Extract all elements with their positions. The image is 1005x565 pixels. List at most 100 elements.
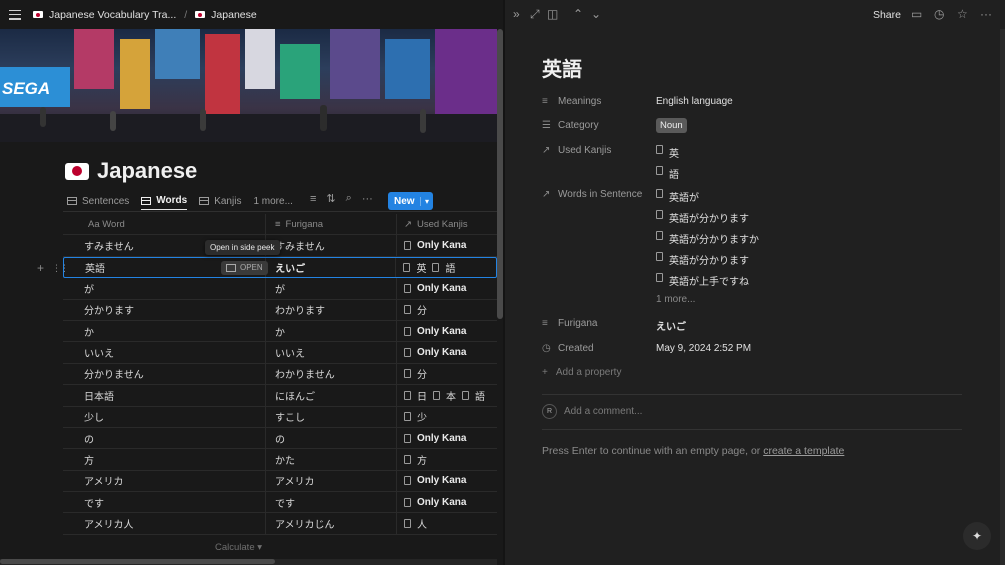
search-icon[interactable]: ⌕ [346,192,352,205]
property-value[interactable]: えいご [656,318,686,333]
used-kanjis-cell[interactable]: 少 [397,407,497,427]
relation-item[interactable]: 英語が分かります [656,210,759,231]
menu-icon[interactable] [9,9,21,20]
calculate-button[interactable]: Calculate ▾ [215,542,262,553]
column-header-used-kanjis[interactable]: ↗ Used Kanjis [397,214,497,234]
furigana-cell[interactable]: すこし [266,406,397,427]
property-name[interactable]: ≡ Meanings [542,96,656,107]
table-row[interactable]: です です Only Kana [63,492,497,514]
relation-chip[interactable]: 本 [433,388,456,403]
relation-chip[interactable]: 語 [432,260,455,275]
property-value[interactable]: English language [656,96,733,107]
previous-icon[interactable]: ⌃ [573,7,583,21]
used-kanjis-cell[interactable]: 人 [397,513,497,533]
filter-icon[interactable]: ≡ [310,193,316,205]
relation-chip[interactable]: 英 [403,260,426,275]
word-cell[interactable]: 方 [63,449,266,470]
word-cell[interactable]: か [63,320,266,342]
table-row[interactable]: 日本語 にほんご日本語 [63,385,497,407]
table-row[interactable]: かか Only Kana [63,320,497,343]
column-header-word[interactable]: Aa Word [63,214,266,235]
table-row[interactable]: アメリカ アメリカ Only Kana [63,470,497,493]
table-row[interactable]: 少し すこし 少 [63,406,497,428]
used-kanjis-cell[interactable]: Only Kana [397,492,497,512]
show-more-link[interactable]: 1 more... [656,294,759,315]
horizontal-scrollbar-thumb[interactable] [0,559,275,564]
relation-item[interactable]: 英語が [656,189,759,210]
add-property-button[interactable]: + Add a property [542,367,621,378]
word-cell[interactable]: アメリカ人 [63,513,266,534]
relation-chip[interactable]: 日 [404,388,427,403]
column-header-furigana[interactable]: ≡ Furigana [266,214,397,235]
used-kanjis-cell[interactable]: Only Kana [397,321,497,341]
relation-item[interactable]: 英語が分かりますか [656,231,759,252]
relation-chip[interactable]: 人 [404,516,427,531]
relation-item[interactable]: 英語が上手ですね [656,273,759,294]
create-template-link[interactable]: create a template [763,445,844,457]
relation-chip[interactable]: Only Kana [404,283,466,294]
word-cell[interactable]: の [63,427,266,449]
add-row-icon[interactable]: + [37,261,44,275]
furigana-cell[interactable]: わかります [266,299,397,320]
relation-chip[interactable]: Only Kana [404,433,466,444]
property-name[interactable]: ◷ Created [542,343,656,354]
close-peek-icon[interactable]: » [513,7,520,21]
furigana-cell[interactable]: の [266,427,397,449]
furigana-cell[interactable]: すみません [266,235,397,256]
share-button[interactable]: Share [873,9,901,21]
relation-chip[interactable]: Only Kana [404,326,466,337]
word-cell[interactable]: 日本語 [63,385,266,406]
used-kanjis-cell[interactable]: Only Kana [397,342,497,362]
property-value[interactable]: Noun [656,118,687,133]
property-name[interactable]: ↗ Words in Sentence [542,189,656,315]
word-cell[interactable]: アメリカ [63,470,266,492]
property-name[interactable]: ≡ Furigana [542,318,656,333]
ai-sparkle-button[interactable]: ✦ [963,522,991,550]
star-icon[interactable]: ☆ [957,7,968,21]
word-cell[interactable]: です [63,492,266,513]
history-icon[interactable]: ◷ [934,7,944,21]
table-row[interactable]: いいえ いいえ Only Kana [63,342,497,364]
sort-icon[interactable]: ⇅ [326,192,335,205]
relation-chip[interactable]: Only Kana [404,240,466,251]
furigana-cell[interactable]: か [266,320,397,342]
breadcrumb-item-page[interactable]: Japanese [211,9,257,21]
next-icon[interactable]: ⌄ [591,7,601,21]
relation-chip[interactable]: 少 [404,409,427,424]
furigana-cell[interactable]: わかりません [266,363,397,385]
used-kanjis-cell[interactable]: Only Kana [397,278,497,298]
table-row[interactable]: 方かた方 [63,449,497,471]
relation-chip[interactable]: 語 [462,388,485,403]
furigana-cell[interactable]: えいご [266,257,397,278]
furigana-cell[interactable]: にほんご [266,385,397,406]
open-in-peek-button[interactable]: OPEN [221,260,268,275]
property-name[interactable]: ↗ Used Kanjis [542,145,656,187]
word-cell[interactable]: いいえ [63,342,266,363]
chevron-down-icon[interactable]: ▾ [420,196,433,206]
furigana-cell[interactable]: アメリカ [266,470,397,492]
used-kanjis-cell[interactable]: Only Kana [397,428,497,448]
comment-input[interactable]: R Add a comment... [542,404,642,419]
relation-chip[interactable]: 分 [404,302,427,317]
relation-item[interactable]: 英 [656,145,679,166]
relation-chip[interactable]: Only Kana [404,475,466,486]
used-kanjis-cell[interactable]: Only Kana [397,471,497,491]
more-icon[interactable]: ··· [980,7,992,21]
tab-words[interactable]: Words [141,192,188,210]
furigana-cell[interactable]: かた [266,449,397,470]
relation-item[interactable]: 英語が分かります [656,252,759,273]
new-button[interactable]: New ▾ [388,192,433,210]
used-kanjis-cell[interactable]: Only Kana [397,235,497,255]
furigana-cell[interactable]: アメリカじん [266,513,397,534]
more-options-icon[interactable]: ··· [362,193,373,205]
furigana-cell[interactable]: いいえ [266,342,397,363]
relation-chip[interactable]: Only Kana [404,497,466,508]
relation-item[interactable]: 語 [656,166,679,187]
property-name[interactable]: ☰ Category [542,120,656,131]
tab-more[interactable]: 1 more... [253,192,292,210]
used-kanjis-cell[interactable]: 方 [397,449,497,469]
expand-icon[interactable]: ⤢ [530,7,540,22]
breadcrumb-item-workspace[interactable]: Japanese Vocabulary Tra... [49,9,176,21]
word-cell[interactable]: 分かります [63,299,266,320]
furigana-cell[interactable]: です [266,492,397,513]
